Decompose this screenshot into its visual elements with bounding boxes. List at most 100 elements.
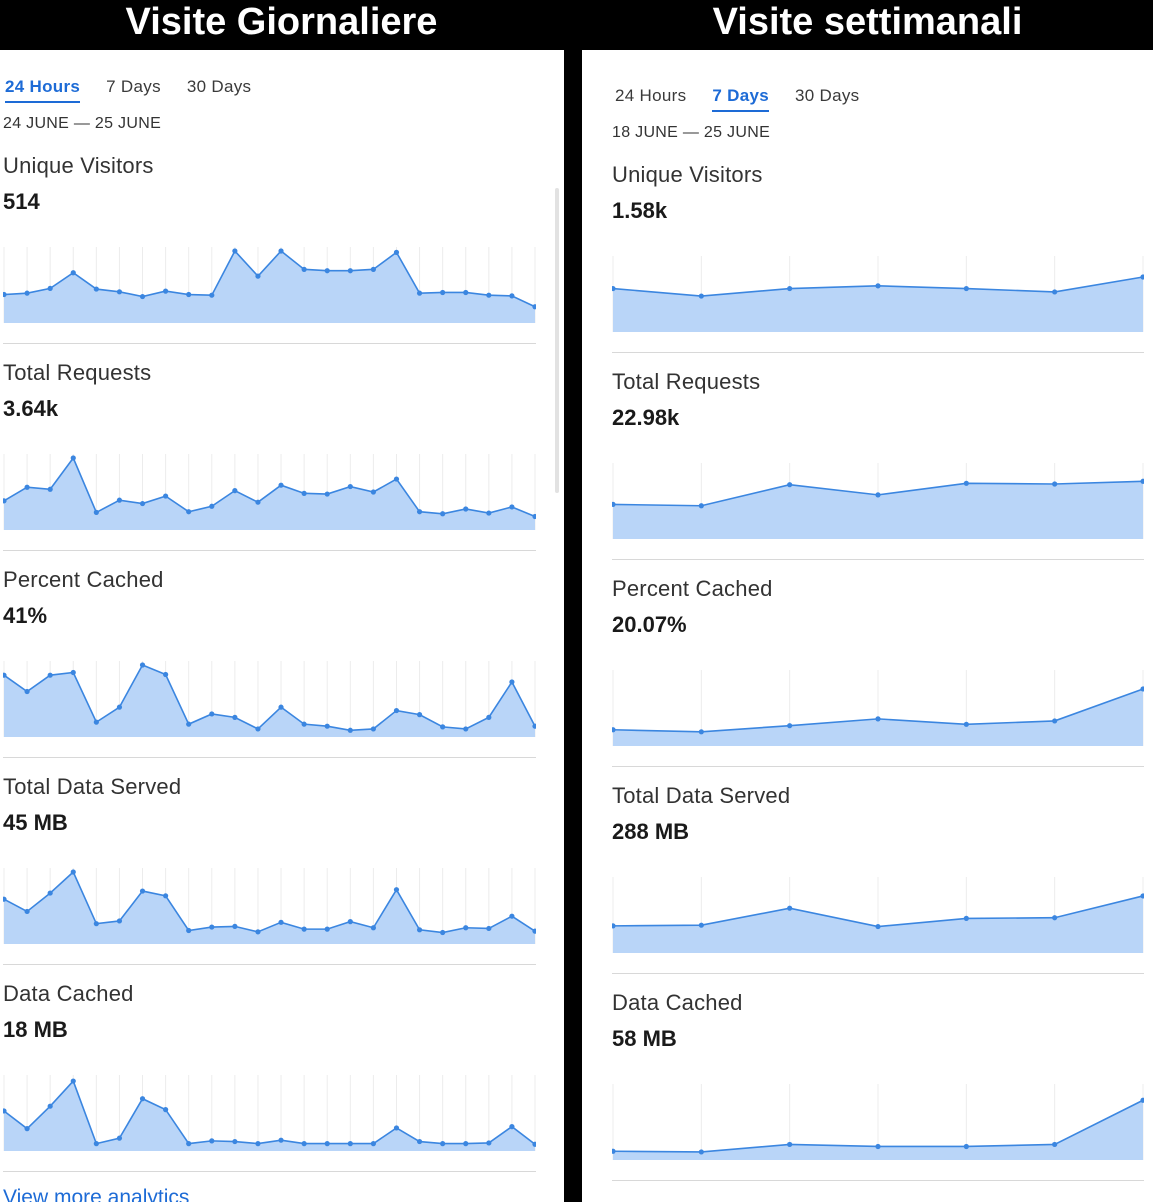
chart-point — [278, 248, 284, 254]
chart-point — [463, 726, 469, 732]
analytics-panel-daily: 24 Hours 7 Days 30 Days 24 JUNE — 25 JUN… — [0, 50, 564, 1202]
chart-point — [139, 662, 146, 668]
chart-point — [301, 490, 307, 496]
tab-24-hours[interactable]: 24 Hours — [5, 77, 81, 103]
metric-percent-cached: Percent Cached 41% — [3, 567, 164, 629]
chart-point — [232, 923, 238, 929]
chart-point — [787, 285, 793, 292]
chart-point — [186, 721, 192, 727]
chart-point — [186, 927, 192, 934]
chart-point — [698, 293, 704, 299]
date-range: 24 JUNE — 25 JUNE — [3, 115, 162, 132]
chart-point — [787, 1141, 793, 1148]
chart-point — [255, 499, 261, 505]
chart-percent-cached — [612, 670, 1144, 746]
chart-point — [139, 293, 146, 300]
chart-point — [486, 714, 492, 720]
tab-24-hours[interactable]: 24 Hours — [615, 86, 686, 112]
metric-value: 288 MB — [612, 819, 690, 844]
metric-value: 18 MB — [3, 1017, 68, 1042]
chart-point — [416, 712, 423, 718]
chart-point — [875, 492, 881, 498]
chart-point — [698, 503, 704, 509]
view-more-analytics-link[interactable]: View more analytics — [3, 1186, 189, 1202]
scrollbar[interactable] — [555, 188, 559, 493]
chart-total-requests — [3, 454, 536, 530]
chart-point — [509, 504, 515, 510]
chart-point — [416, 927, 423, 933]
chart-point — [1052, 481, 1058, 487]
chart-point — [139, 1096, 146, 1102]
chart-point — [301, 926, 307, 932]
chart-point — [70, 869, 76, 875]
chart-point — [463, 506, 469, 512]
metric-total-data-served: Total Data Served 45 MB — [3, 774, 181, 836]
chart-point — [347, 727, 353, 733]
chart-point — [509, 293, 515, 299]
metric-value: 41% — [3, 603, 48, 628]
divider — [612, 973, 1144, 974]
chart-point — [278, 704, 284, 710]
chart-unique-visitors — [3, 247, 536, 323]
chart-point — [698, 729, 704, 735]
divider — [612, 352, 1144, 353]
chart-point — [186, 509, 192, 515]
chart-point — [875, 283, 881, 289]
chart-point — [24, 908, 30, 915]
chart-point — [47, 672, 53, 678]
metric-total-requests: Total Requests 3.64k — [3, 360, 151, 422]
chart-point — [301, 1141, 307, 1147]
chart-unique-visitors — [612, 256, 1144, 332]
chart-point — [440, 511, 446, 517]
chart-point — [416, 1138, 423, 1145]
chart-point — [393, 249, 400, 255]
tab-30-days[interactable]: 30 Days — [187, 77, 251, 103]
chart-point — [787, 482, 793, 488]
chart-point — [875, 1143, 881, 1150]
chart-point — [698, 1149, 704, 1155]
chart-point — [93, 719, 99, 725]
chart-point — [116, 289, 123, 295]
chart-point — [47, 1103, 53, 1109]
panel-title-weekly: Visite settimanali — [712, 1, 1023, 43]
chart-point — [278, 482, 284, 488]
metric-label: Unique Visitors — [612, 162, 763, 187]
chart-area — [4, 1081, 535, 1151]
chart-point — [963, 285, 969, 292]
chart-point — [24, 484, 30, 490]
tab-30-days[interactable]: 30 Days — [795, 86, 859, 112]
chart-point — [347, 1141, 353, 1147]
chart-point — [698, 922, 704, 928]
divider — [3, 1171, 536, 1172]
chart-point — [255, 929, 261, 935]
metric-label: Percent Cached — [3, 567, 164, 592]
chart-point — [232, 1138, 238, 1145]
chart-point — [463, 289, 469, 296]
tab-7-days[interactable]: 7 Days — [106, 77, 161, 103]
chart-point — [301, 721, 307, 727]
chart-point — [440, 1141, 446, 1147]
chart-point — [163, 288, 169, 294]
tab-7-days[interactable]: 7 Days — [712, 86, 770, 112]
metric-label: Total Data Served — [3, 774, 182, 799]
chart-point — [370, 1141, 376, 1147]
chart-data-cached — [3, 1075, 536, 1151]
divider — [612, 766, 1144, 767]
chart-point — [255, 273, 261, 279]
chart-point — [70, 669, 76, 676]
chart-point — [163, 671, 169, 678]
chart-point — [463, 1141, 469, 1147]
metric-value: 3.64k — [3, 396, 59, 421]
chart-point — [116, 918, 123, 924]
chart-point — [278, 1137, 284, 1143]
metric-label: Unique Visitors — [3, 153, 154, 178]
chart-point — [509, 1124, 515, 1130]
metric-label: Total Data Served — [612, 783, 791, 808]
metric-label: Total Requests — [612, 369, 761, 394]
chart-point — [324, 1141, 330, 1147]
chart-point — [393, 887, 400, 893]
chart-point — [347, 483, 353, 490]
chart-point — [963, 480, 969, 486]
metric-data-cached: Data Cached 58 MB — [612, 990, 743, 1052]
metric-label: Total Requests — [3, 360, 152, 385]
